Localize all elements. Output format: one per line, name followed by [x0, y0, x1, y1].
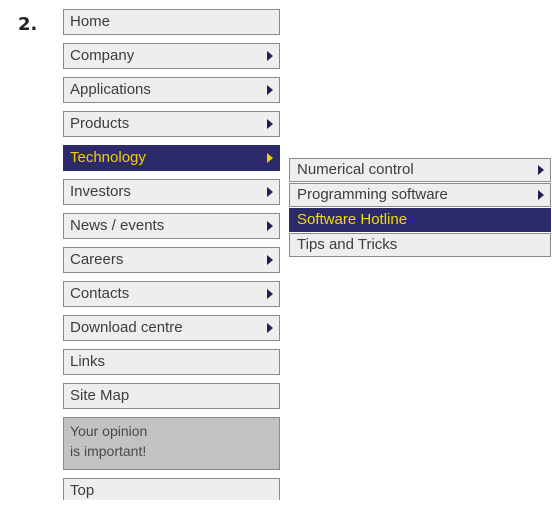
menu-item-label: Company: [70, 47, 135, 64]
chevron-right-icon: [267, 289, 273, 299]
menu-item-products[interactable]: Products: [63, 111, 280, 137]
menu-item-home[interactable]: Home: [63, 9, 280, 35]
menu-item-technology[interactable]: Technology: [63, 145, 280, 171]
chevron-right-icon: [267, 51, 273, 61]
submenu-item-label: Software Hotline: [297, 211, 408, 228]
menu-item-site-map[interactable]: Site Map: [63, 383, 280, 409]
chevron-right-icon: [267, 119, 273, 129]
menu-item-careers[interactable]: Careers: [63, 247, 280, 273]
menu-item-news-events[interactable]: News / events: [63, 213, 280, 239]
chevron-right-icon: [267, 221, 273, 231]
chevron-right-icon: [267, 255, 273, 265]
chevron-right-icon: [267, 85, 273, 95]
menu-item-label: Contacts: [70, 285, 130, 302]
technology-submenu: Numerical control Programming software S…: [289, 158, 551, 258]
submenu-item-label: Tips and Tricks: [297, 236, 398, 253]
menu-item-top[interactable]: Top: [63, 478, 280, 500]
menu-item-contacts[interactable]: Contacts: [63, 281, 280, 307]
chevron-right-icon: [267, 153, 273, 163]
menu-item-applications[interactable]: Applications: [63, 77, 280, 103]
submenu-item-programming-software[interactable]: Programming software: [289, 183, 551, 207]
main-menu: Home Company Applications Products Techn…: [63, 9, 280, 500]
chevron-right-icon: [538, 165, 544, 175]
submenu-item-label: Programming software: [297, 186, 448, 203]
menu-item-label: Site Map: [70, 387, 130, 404]
submenu-item-software-hotline[interactable]: Software Hotline: [289, 208, 551, 232]
opinion-line-2: is important!: [70, 443, 147, 459]
step-number: 2.: [18, 14, 38, 35]
menu-item-links[interactable]: Links: [63, 349, 280, 375]
menu-item-label: Home: [70, 13, 111, 30]
submenu-item-label: Numerical control: [297, 161, 414, 178]
menu-item-label: Download centre: [70, 319, 183, 336]
menu-item-label: Products: [70, 115, 130, 132]
menu-item-label: Careers: [70, 251, 124, 268]
chevron-right-icon: [267, 323, 273, 333]
menu-item-download-centre[interactable]: Download centre: [63, 315, 280, 341]
chevron-right-icon: [267, 187, 273, 197]
menu-item-label: Applications: [70, 81, 151, 98]
chevron-right-icon: [538, 190, 544, 200]
menu-item-your-opinion[interactable]: Your opinion is important!: [63, 417, 280, 470]
opinion-line-1: Your opinion: [70, 423, 148, 439]
submenu-item-numerical-control[interactable]: Numerical control: [289, 158, 551, 182]
menu-item-label: Investors: [70, 183, 131, 200]
menu-item-label: Technology: [70, 149, 146, 166]
menu-item-investors[interactable]: Investors: [63, 179, 280, 205]
menu-item-label: Links: [70, 353, 106, 370]
submenu-item-tips-and-tricks[interactable]: Tips and Tricks: [289, 233, 551, 257]
menu-item-label: News / events: [70, 217, 165, 234]
menu-item-company[interactable]: Company: [63, 43, 280, 69]
menu-item-label: Top: [70, 482, 95, 499]
